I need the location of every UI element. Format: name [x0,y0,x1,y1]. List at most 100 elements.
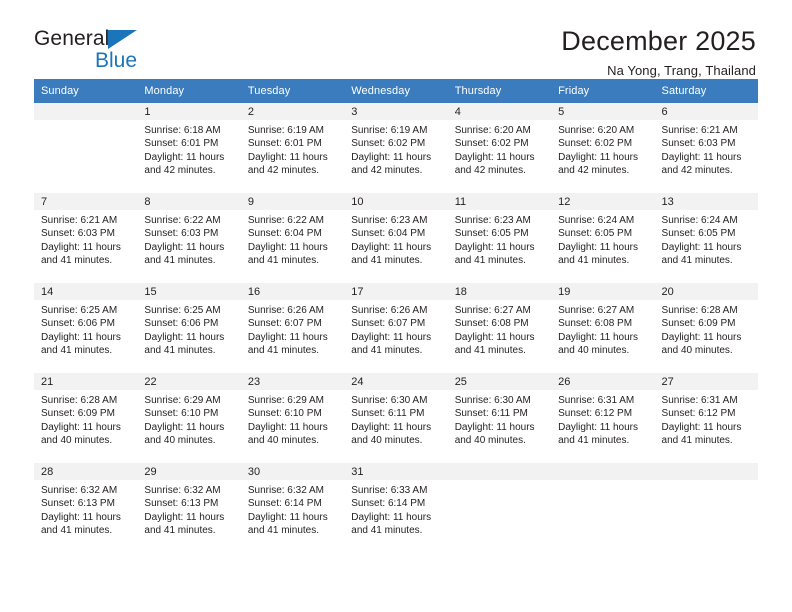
day-cell-content: 14 Sunrise: 6:25 AM Sunset: 6:06 PM Dayligh… [34,283,138,372]
day-cell-content [34,103,138,192]
calendar-day-cell[interactable]: 20 Sunrise: 6:28 AM Sunset: 6:09 PM Dayligh… [654,283,758,372]
sunset-text: Sunset: 6:13 PM [144,498,219,510]
day-details: Sunrise: 6:31 AM Sunset: 6:12 PM Daylight:… [655,390,758,448]
daylight-text: Daylight: 11 hours and 41 minutes. [351,241,432,267]
daylight-text: Daylight: 11 hours and 42 minutes. [558,151,638,177]
sunrise-text: Sunrise: 6:32 AM [247,485,324,496]
calendar-day-cell-empty [447,463,552,552]
calendar-day-cell[interactable]: 8 Sunrise: 6:22 AM Sunset: 6:03 PM Daylight… [137,193,241,282]
daylight-text: Daylight: 11 hours and 40 minutes. [41,421,121,447]
day-details: Sunrise: 6:21 AM Sunset: 6:03 PM Daylight:… [34,210,137,268]
calendar-week-row: 14 Sunrise: 6:25 AM Sunset: 6:06 PM Dayligh… [34,283,758,372]
day-number: 25 [447,373,552,390]
calendar-day-cell[interactable]: 24 Sunrise: 6:30 AM Sunset: 6:11 PM Dayligh… [344,373,448,462]
day-cell-content: 2 Sunrise: 6:19 AM Sunset: 6:01 PM Daylight… [240,103,345,192]
day-number: 18 [447,283,552,300]
sunset-text: Sunset: 6:02 PM [558,138,633,150]
sunset-text: Sunset: 6:08 PM [454,318,529,330]
day-cell-content: 12 Sunrise: 6:24 AM Sunset: 6:05 PM Dayligh… [551,193,655,282]
sunset-text: Sunset: 6:07 PM [247,318,322,330]
calendar-day-cell[interactable]: 5 Sunrise: 6:20 AM Sunset: 6:02 PM Daylight… [551,103,655,192]
daylight-text: Daylight: 11 hours and 41 minutes. [558,241,638,267]
day-cell-content: 8 Sunrise: 6:22 AM Sunset: 6:03 PM Daylight… [137,193,241,282]
calendar-day-cell[interactable]: 6 Sunrise: 6:21 AM Sunset: 6:03 PM Daylight… [654,103,758,192]
calendar-day-cell[interactable]: 7 Sunrise: 6:21 AM Sunset: 6:03 PM Daylight… [34,193,138,282]
calendar-day-cell[interactable]: 11 Sunrise: 6:23 AM Sunset: 6:05 PM Dayligh… [447,193,552,282]
calendar-page: General Blue December 2025 Na Yong, Tran… [0,0,792,612]
day-number: 15 [137,283,241,300]
sunset-text: Sunset: 6:10 PM [247,408,322,420]
sunrise-text: Sunrise: 6:20 AM [454,125,531,136]
sunrise-text: Sunrise: 6:26 AM [351,305,428,316]
calendar-day-cell[interactable]: 26 Sunrise: 6:31 AM Sunset: 6:12 PM Dayligh… [551,373,655,462]
sunrise-text: Sunrise: 6:31 AM [558,395,635,406]
calendar-week-row: 1 Sunrise: 6:18 AM Sunset: 6:01 PM Daylight… [34,103,758,192]
daylight-text: Daylight: 11 hours and 41 minutes. [351,511,432,537]
day-cell-content: 6 Sunrise: 6:21 AM Sunset: 6:03 PM Daylight… [654,103,758,192]
sunrise-text: Sunrise: 6:19 AM [247,125,324,136]
daylight-text: Daylight: 11 hours and 40 minutes. [454,421,535,447]
sunset-text: Sunset: 6:05 PM [661,228,736,240]
weekday-header-thursday: Thursday [447,79,552,103]
calendar-body: 1 Sunrise: 6:18 AM Sunset: 6:01 PM Daylight… [34,103,758,552]
sunrise-text: Sunrise: 6:18 AM [144,125,221,136]
daylight-text: Daylight: 11 hours and 41 minutes. [247,511,328,537]
calendar-header-row: Sunday Monday Tuesday Wednesday Thursday… [34,79,758,103]
calendar-day-cell[interactable]: 2 Sunrise: 6:19 AM Sunset: 6:01 PM Daylight… [240,103,345,192]
calendar-day-cell-empty [654,463,758,552]
day-details: Sunrise: 6:27 AM Sunset: 6:08 PM Daylight:… [551,300,654,358]
calendar-day-cell[interactable]: 29 Sunrise: 6:32 AM Sunset: 6:13 PM Dayligh… [137,463,241,552]
day-cell-content: 11 Sunrise: 6:23 AM Sunset: 6:05 PM Dayligh… [447,193,552,282]
calendar-day-cell[interactable]: 16 Sunrise: 6:26 AM Sunset: 6:07 PM Dayligh… [240,283,345,372]
calendar-day-cell[interactable]: 10 Sunrise: 6:23 AM Sunset: 6:04 PM Dayligh… [344,193,448,282]
day-number: 6 [654,103,758,120]
day-details: Sunrise: 6:30 AM Sunset: 6:11 PM Daylight:… [344,390,447,448]
calendar-day-cell-empty [34,103,138,192]
calendar-day-cell[interactable]: 3 Sunrise: 6:19 AM Sunset: 6:02 PM Daylight… [344,103,448,192]
calendar-day-cell[interactable]: 17 Sunrise: 6:26 AM Sunset: 6:07 PM Dayligh… [344,283,448,372]
weekday-header-wednesday: Wednesday [344,79,448,103]
day-details: Sunrise: 6:23 AM Sunset: 6:04 PM Daylight:… [344,210,447,268]
calendar-day-cell[interactable]: 12 Sunrise: 6:24 AM Sunset: 6:05 PM Dayligh… [551,193,655,282]
day-number [447,463,552,480]
calendar-day-cell[interactable]: 14 Sunrise: 6:25 AM Sunset: 6:06 PM Dayligh… [34,283,138,372]
general-blue-logo[interactable]: General Blue [34,26,184,82]
calendar-week-row: 28 Sunrise: 6:32 AM Sunset: 6:13 PM Dayligh… [34,463,758,552]
calendar-day-cell[interactable]: 30 Sunrise: 6:32 AM Sunset: 6:14 PM Dayligh… [240,463,345,552]
daylight-text: Daylight: 11 hours and 41 minutes. [454,241,535,267]
daylight-text: Daylight: 11 hours and 40 minutes. [144,421,225,447]
day-details: Sunrise: 6:26 AM Sunset: 6:07 PM Daylight:… [241,300,344,358]
page-header: General Blue December 2025 Na Yong, Tran… [34,0,758,78]
day-cell-content: 24 Sunrise: 6:30 AM Sunset: 6:11 PM Dayligh… [344,373,448,462]
calendar-day-cell[interactable]: 13 Sunrise: 6:24 AM Sunset: 6:05 PM Dayligh… [654,193,758,282]
day-details: Sunrise: 6:28 AM Sunset: 6:09 PM Daylight:… [655,300,758,358]
day-details: Sunrise: 6:32 AM Sunset: 6:13 PM Daylight:… [34,480,137,538]
calendar-day-cell[interactable]: 15 Sunrise: 6:25 AM Sunset: 6:06 PM Dayligh… [137,283,241,372]
calendar-day-cell[interactable]: 25 Sunrise: 6:30 AM Sunset: 6:11 PM Dayligh… [447,373,552,462]
sunset-text: Sunset: 6:02 PM [351,138,426,150]
daylight-text: Daylight: 11 hours and 41 minutes. [247,241,328,267]
calendar-day-cell[interactable]: 4 Sunrise: 6:20 AM Sunset: 6:02 PM Daylight… [447,103,552,192]
sunset-text: Sunset: 6:05 PM [454,228,529,240]
sunset-text: Sunset: 6:03 PM [661,138,736,150]
sunrise-text: Sunrise: 6:23 AM [454,215,531,226]
calendar-day-cell[interactable]: 27 Sunrise: 6:31 AM Sunset: 6:12 PM Dayligh… [654,373,758,462]
calendar-day-cell[interactable]: 1 Sunrise: 6:18 AM Sunset: 6:01 PM Daylight… [137,103,241,192]
day-number [654,463,758,480]
calendar-day-cell[interactable]: 23 Sunrise: 6:29 AM Sunset: 6:10 PM Dayligh… [240,373,345,462]
calendar-day-cell[interactable]: 19 Sunrise: 6:27 AM Sunset: 6:08 PM Dayligh… [551,283,655,372]
day-cell-content: 26 Sunrise: 6:31 AM Sunset: 6:12 PM Dayligh… [551,373,655,462]
sunset-text: Sunset: 6:06 PM [41,318,115,330]
calendar-day-cell[interactable]: 28 Sunrise: 6:32 AM Sunset: 6:13 PM Dayligh… [34,463,138,552]
logo-triangle-icon [108,30,137,49]
daylight-text: Daylight: 11 hours and 42 minutes. [661,151,742,177]
sunrise-text: Sunrise: 6:28 AM [661,305,738,316]
sunset-text: Sunset: 6:06 PM [144,318,219,330]
calendar-day-cell[interactable]: 9 Sunrise: 6:22 AM Sunset: 6:04 PM Daylight… [240,193,345,282]
calendar-day-cell[interactable]: 18 Sunrise: 6:27 AM Sunset: 6:08 PM Dayligh… [447,283,552,372]
calendar-day-cell[interactable]: 22 Sunrise: 6:29 AM Sunset: 6:10 PM Dayligh… [137,373,241,462]
calendar-day-cell[interactable]: 21 Sunrise: 6:28 AM Sunset: 6:09 PM Dayligh… [34,373,138,462]
day-number: 8 [137,193,241,210]
calendar-day-cell[interactable]: 31 Sunrise: 6:33 AM Sunset: 6:14 PM Dayligh… [344,463,448,552]
day-number: 28 [34,463,138,480]
